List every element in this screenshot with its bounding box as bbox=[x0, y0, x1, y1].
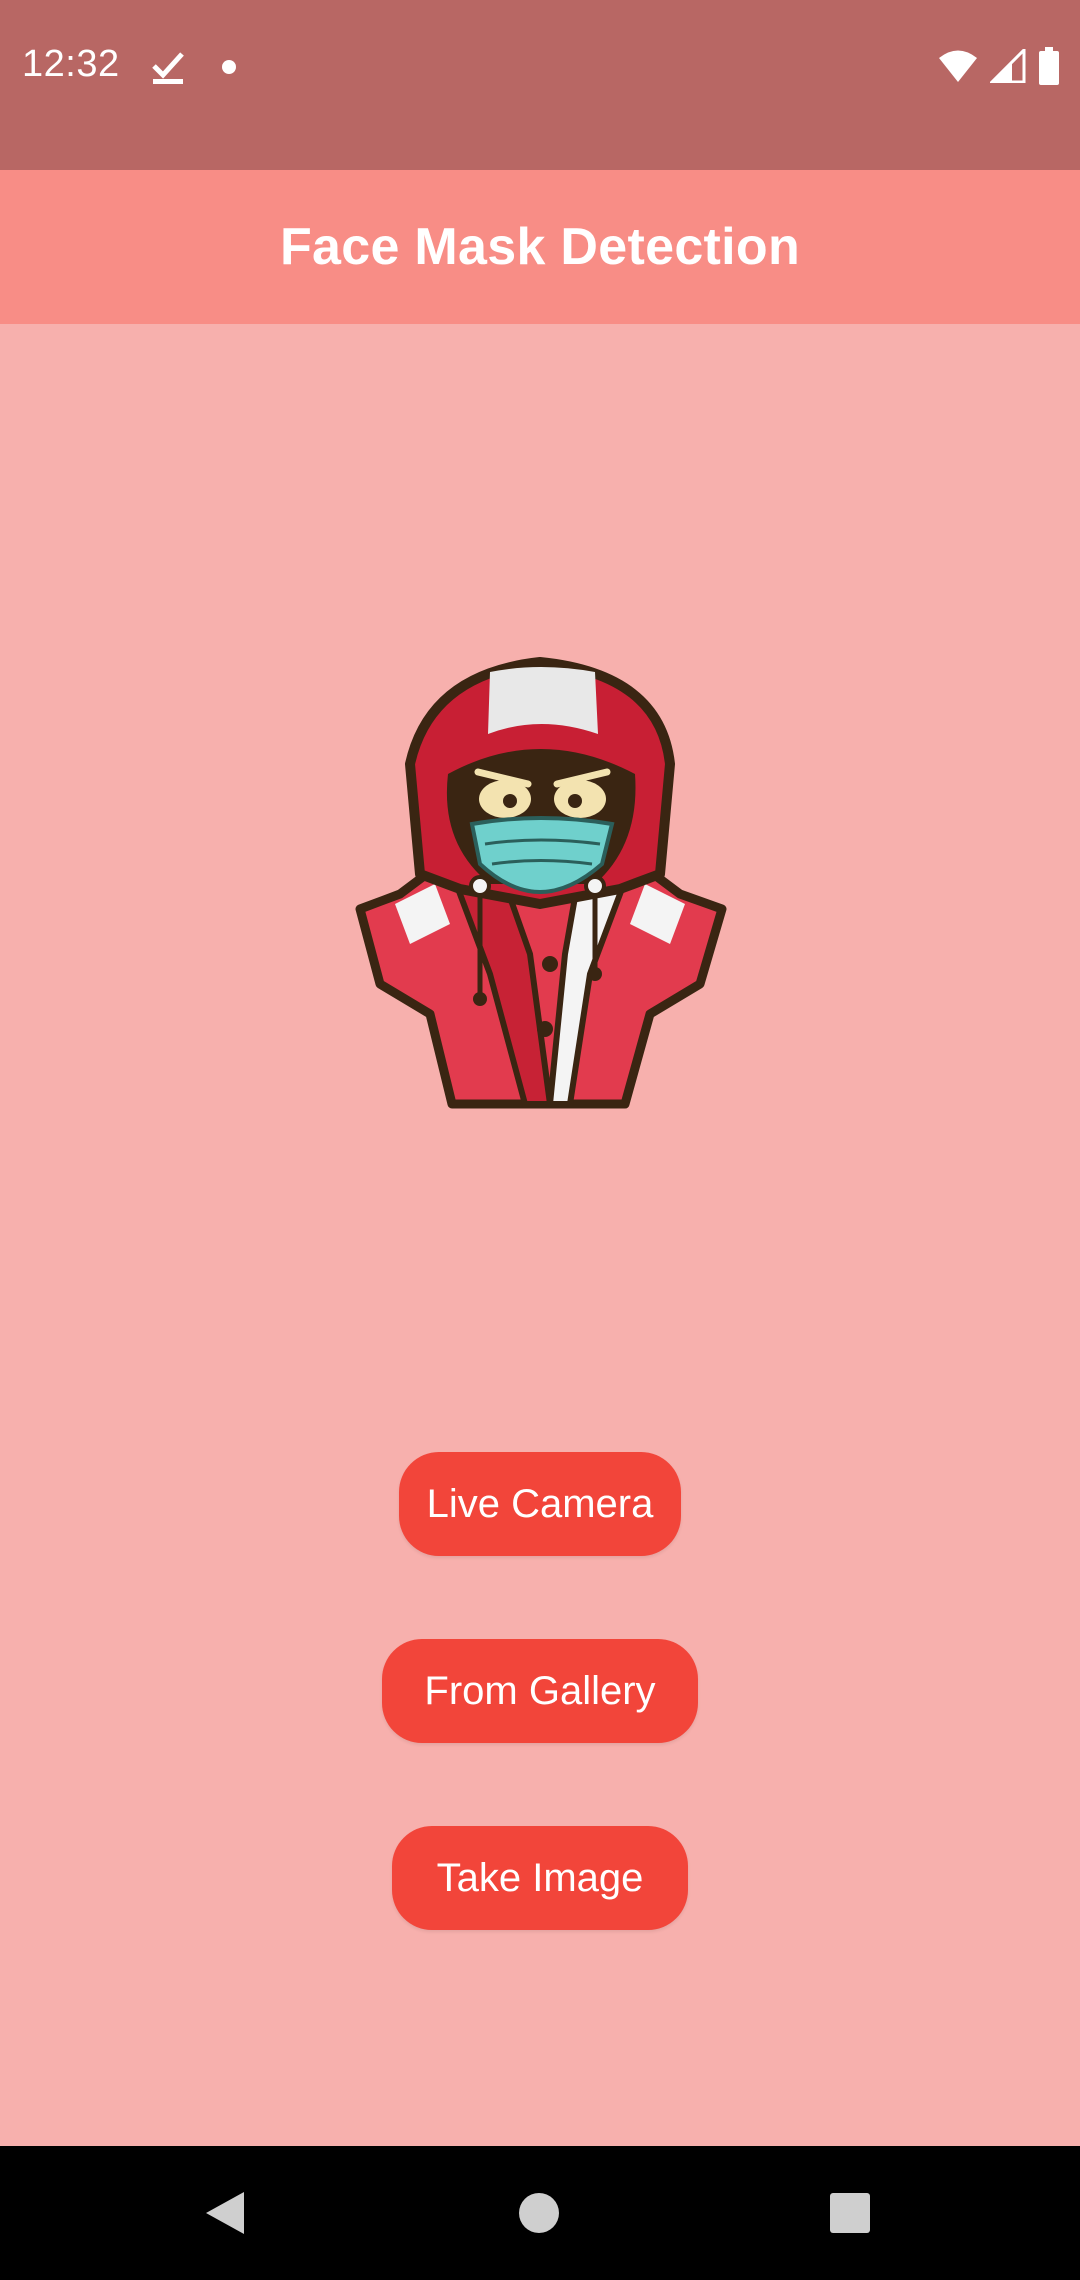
status-time: 12:32 bbox=[22, 43, 120, 85]
notification-dot-icon bbox=[222, 60, 236, 74]
live-camera-button[interactable]: Live Camera bbox=[399, 1452, 681, 1556]
take-image-button[interactable]: Take Image bbox=[392, 1826, 688, 1930]
from-gallery-button[interactable]: From Gallery bbox=[382, 1639, 698, 1743]
back-icon[interactable] bbox=[204, 2190, 246, 2236]
download-done-icon bbox=[152, 52, 184, 84]
recents-icon[interactable] bbox=[830, 2193, 870, 2233]
wifi-icon bbox=[939, 50, 977, 82]
app-title: Face Mask Detection bbox=[279, 218, 801, 276]
status-icons bbox=[938, 46, 1060, 86]
main-content: Live Camera From Gallery Take Image bbox=[0, 324, 1080, 2146]
app-bar: Face Mask Detection bbox=[0, 170, 1080, 324]
home-icon[interactable] bbox=[519, 2193, 559, 2233]
status-bar: 12:32 bbox=[0, 0, 1080, 170]
mascot-image bbox=[355, 657, 727, 1109]
battery-icon bbox=[1039, 47, 1059, 85]
cellular-signal-icon bbox=[990, 49, 1026, 83]
